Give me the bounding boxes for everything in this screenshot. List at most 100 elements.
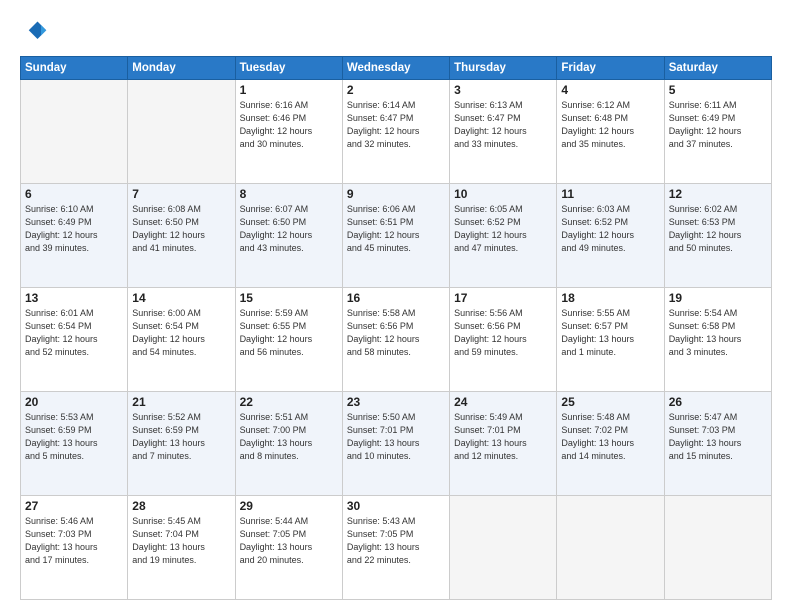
- calendar-cell: 14 Sunrise: 6:00 AM Sunset: 6:54 PM Dayli…: [128, 288, 235, 392]
- day-number: 29: [240, 499, 338, 513]
- day-number: 4: [561, 83, 659, 97]
- logo: [20, 18, 52, 46]
- day-info: Sunrise: 6:12 AM Sunset: 6:48 PM Dayligh…: [561, 99, 659, 151]
- calendar-cell: 3 Sunrise: 6:13 AM Sunset: 6:47 PM Daylig…: [450, 80, 557, 184]
- day-of-week-header: Tuesday: [235, 57, 342, 80]
- day-number: 28: [132, 499, 230, 513]
- day-info: Sunrise: 5:51 AM Sunset: 7:00 PM Dayligh…: [240, 411, 338, 463]
- day-info: Sunrise: 5:44 AM Sunset: 7:05 PM Dayligh…: [240, 515, 338, 567]
- day-of-week-header: Monday: [128, 57, 235, 80]
- logo-icon: [20, 18, 48, 46]
- day-of-week-header: Thursday: [450, 57, 557, 80]
- day-number: 10: [454, 187, 552, 201]
- day-info: Sunrise: 6:14 AM Sunset: 6:47 PM Dayligh…: [347, 99, 445, 151]
- day-info: Sunrise: 6:00 AM Sunset: 6:54 PM Dayligh…: [132, 307, 230, 359]
- day-of-week-header: Friday: [557, 57, 664, 80]
- calendar-cell: 20 Sunrise: 5:53 AM Sunset: 6:59 PM Dayli…: [21, 392, 128, 496]
- day-info: Sunrise: 6:07 AM Sunset: 6:50 PM Dayligh…: [240, 203, 338, 255]
- day-number: 3: [454, 83, 552, 97]
- day-info: Sunrise: 5:45 AM Sunset: 7:04 PM Dayligh…: [132, 515, 230, 567]
- day-info: Sunrise: 6:06 AM Sunset: 6:51 PM Dayligh…: [347, 203, 445, 255]
- day-info: Sunrise: 5:53 AM Sunset: 6:59 PM Dayligh…: [25, 411, 123, 463]
- day-number: 21: [132, 395, 230, 409]
- day-number: 23: [347, 395, 445, 409]
- calendar-cell: 15Sunrise: 5:59 AM Sunset: 6:55 PM Dayli…: [235, 288, 342, 392]
- calendar-cell: 19Sunrise: 5:54 AM Sunset: 6:58 PM Dayli…: [664, 288, 771, 392]
- day-info: Sunrise: 5:55 AM Sunset: 6:57 PM Dayligh…: [561, 307, 659, 359]
- day-number: 6: [25, 187, 123, 201]
- calendar-cell: 13 Sunrise: 6:01 AM Sunset: 6:54 PM Dayli…: [21, 288, 128, 392]
- day-number: 26: [669, 395, 767, 409]
- day-number: 13: [25, 291, 123, 305]
- calendar-cell: 5 Sunrise: 6:11 AM Sunset: 6:49 PM Daylig…: [664, 80, 771, 184]
- calendar-cell: 1Sunrise: 6:16 AM Sunset: 6:46 PM Daylig…: [235, 80, 342, 184]
- calendar-cell: 11 Sunrise: 6:03 AM Sunset: 6:52 PM Dayli…: [557, 184, 664, 288]
- day-number: 19: [669, 291, 767, 305]
- calendar-cell: 30 Sunrise: 5:43 AM Sunset: 7:05 PM Dayli…: [342, 496, 449, 600]
- day-info: Sunrise: 6:01 AM Sunset: 6:54 PM Dayligh…: [25, 307, 123, 359]
- day-number: 27: [25, 499, 123, 513]
- day-info: Sunrise: 6:08 AM Sunset: 6:50 PM Dayligh…: [132, 203, 230, 255]
- day-number: 25: [561, 395, 659, 409]
- day-number: 7: [132, 187, 230, 201]
- calendar-cell: 18 Sunrise: 5:55 AM Sunset: 6:57 PM Dayli…: [557, 288, 664, 392]
- day-number: 12: [669, 187, 767, 201]
- calendar-week-row: 27 Sunrise: 5:46 AM Sunset: 7:03 PM Dayli…: [21, 496, 772, 600]
- page: SundayMondayTuesdayWednesdayThursdayFrid…: [0, 0, 792, 612]
- calendar-cell: 22 Sunrise: 5:51 AM Sunset: 7:00 PM Dayli…: [235, 392, 342, 496]
- day-info: Sunrise: 6:16 AM Sunset: 6:46 PM Dayligh…: [240, 99, 338, 151]
- day-of-week-header: Wednesday: [342, 57, 449, 80]
- calendar-cell: 10 Sunrise: 6:05 AM Sunset: 6:52 PM Dayli…: [450, 184, 557, 288]
- day-info: Sunrise: 6:10 AM Sunset: 6:49 PM Dayligh…: [25, 203, 123, 255]
- calendar-cell: 2 Sunrise: 6:14 AM Sunset: 6:47 PM Daylig…: [342, 80, 449, 184]
- day-of-week-header: Saturday: [664, 57, 771, 80]
- calendar-cell: 23 Sunrise: 5:50 AM Sunset: 7:01 PM Dayli…: [342, 392, 449, 496]
- day-number: 16: [347, 291, 445, 305]
- day-number: 2: [347, 83, 445, 97]
- day-info: Sunrise: 6:11 AM Sunset: 6:49 PM Dayligh…: [669, 99, 767, 151]
- day-number: 11: [561, 187, 659, 201]
- day-info: Sunrise: 5:47 AM Sunset: 7:03 PM Dayligh…: [669, 411, 767, 463]
- calendar-cell: 16 Sunrise: 5:58 AM Sunset: 6:56 PM Dayli…: [342, 288, 449, 392]
- calendar-cell: 8 Sunrise: 6:07 AM Sunset: 6:50 PM Daylig…: [235, 184, 342, 288]
- calendar-cell: 26 Sunrise: 5:47 AM Sunset: 7:03 PM Dayli…: [664, 392, 771, 496]
- calendar-cell: 6 Sunrise: 6:10 AM Sunset: 6:49 PM Daylig…: [21, 184, 128, 288]
- calendar-header-row: SundayMondayTuesdayWednesdayThursdayFrid…: [21, 57, 772, 80]
- calendar-cell: 9 Sunrise: 6:06 AM Sunset: 6:51 PM Daylig…: [342, 184, 449, 288]
- day-info: Sunrise: 5:50 AM Sunset: 7:01 PM Dayligh…: [347, 411, 445, 463]
- day-info: Sunrise: 5:56 AM Sunset: 6:56 PM Dayligh…: [454, 307, 552, 359]
- day-info: Sunrise: 5:46 AM Sunset: 7:03 PM Dayligh…: [25, 515, 123, 567]
- day-number: 9: [347, 187, 445, 201]
- calendar-cell: 7 Sunrise: 6:08 AM Sunset: 6:50 PM Daylig…: [128, 184, 235, 288]
- day-number: 18: [561, 291, 659, 305]
- day-info: Sunrise: 5:58 AM Sunset: 6:56 PM Dayligh…: [347, 307, 445, 359]
- calendar-cell: 25 Sunrise: 5:48 AM Sunset: 7:02 PM Dayli…: [557, 392, 664, 496]
- day-number: 5: [669, 83, 767, 97]
- day-info: Sunrise: 6:02 AM Sunset: 6:53 PM Dayligh…: [669, 203, 767, 255]
- day-number: 20: [25, 395, 123, 409]
- day-info: Sunrise: 5:43 AM Sunset: 7:05 PM Dayligh…: [347, 515, 445, 567]
- calendar-week-row: 1Sunrise: 6:16 AM Sunset: 6:46 PM Daylig…: [21, 80, 772, 184]
- calendar-cell: [557, 496, 664, 600]
- day-info: Sunrise: 5:59 AM Sunset: 6:55 PM Dayligh…: [240, 307, 338, 359]
- calendar-cell: [21, 80, 128, 184]
- day-number: 8: [240, 187, 338, 201]
- calendar-cell: 28 Sunrise: 5:45 AM Sunset: 7:04 PM Dayli…: [128, 496, 235, 600]
- calendar-cell: [450, 496, 557, 600]
- calendar-cell: [664, 496, 771, 600]
- day-number: 22: [240, 395, 338, 409]
- calendar-week-row: 13 Sunrise: 6:01 AM Sunset: 6:54 PM Dayli…: [21, 288, 772, 392]
- day-info: Sunrise: 6:03 AM Sunset: 6:52 PM Dayligh…: [561, 203, 659, 255]
- calendar-cell: 4 Sunrise: 6:12 AM Sunset: 6:48 PM Daylig…: [557, 80, 664, 184]
- day-number: 14: [132, 291, 230, 305]
- day-info: Sunrise: 6:05 AM Sunset: 6:52 PM Dayligh…: [454, 203, 552, 255]
- day-info: Sunrise: 5:48 AM Sunset: 7:02 PM Dayligh…: [561, 411, 659, 463]
- day-info: Sunrise: 6:13 AM Sunset: 6:47 PM Dayligh…: [454, 99, 552, 151]
- calendar-cell: [128, 80, 235, 184]
- calendar-cell: 17Sunrise: 5:56 AM Sunset: 6:56 PM Dayli…: [450, 288, 557, 392]
- day-info: Sunrise: 5:49 AM Sunset: 7:01 PM Dayligh…: [454, 411, 552, 463]
- calendar-cell: 24Sunrise: 5:49 AM Sunset: 7:01 PM Dayli…: [450, 392, 557, 496]
- header: [20, 18, 772, 46]
- day-number: 30: [347, 499, 445, 513]
- calendar-cell: 21Sunrise: 5:52 AM Sunset: 6:59 PM Dayli…: [128, 392, 235, 496]
